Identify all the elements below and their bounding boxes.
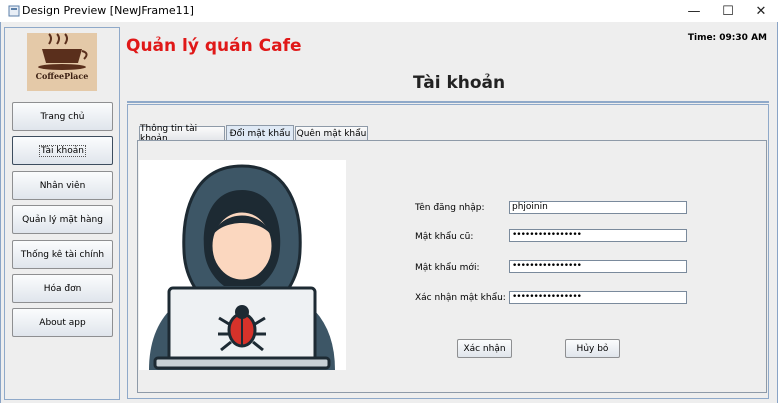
sidebar-item-label: Thống kê tài chính: [20, 249, 105, 260]
sidebar-item-label: Tài khoản: [39, 144, 86, 157]
sidebar-item-label: Quản lý mặt hàng: [22, 214, 103, 225]
window-title: Design Preview [NewJFrame11]: [22, 4, 194, 17]
old-password-label: Mật khẩu cũ:: [415, 232, 474, 242]
minimize-icon: —: [687, 3, 701, 19]
username-field[interactable]: phjoinin: [509, 201, 687, 214]
button-label: Xác nhận: [463, 343, 506, 354]
tab-forgot-password[interactable]: Quên mật khẩu: [295, 126, 368, 140]
coffee-logo: CoffeePlace: [27, 33, 97, 91]
confirm-password-field[interactable]: ••••••••••••••••: [509, 291, 687, 304]
new-password-field[interactable]: ••••••••••••••••: [509, 260, 687, 273]
sidebar-item-label: Hóa đơn: [43, 283, 82, 294]
sidebar-item-label: Trang chủ: [40, 111, 85, 122]
minimize-button[interactable]: —: [677, 0, 711, 22]
close-icon: ✕: [755, 3, 767, 19]
sidebar-item-about[interactable]: About app: [12, 308, 113, 337]
maximize-icon: ☐: [722, 3, 734, 19]
sidebar: CoffeePlace Trang chủ Tài khoản Nhân viê…: [4, 27, 120, 400]
cancel-button[interactable]: Hủy bỏ: [565, 339, 620, 358]
tab-account-info[interactable]: Thông tin tài khoản: [139, 124, 225, 144]
window-titlebar: Design Preview [NewJFrame11] — ☐ ✕: [0, 0, 778, 22]
close-button[interactable]: ✕: [744, 0, 778, 22]
sidebar-item-label: About app: [39, 317, 86, 328]
page-title: Tài khoản: [413, 73, 506, 93]
clock-display: Time: 09:30 AM: [687, 33, 767, 43]
sidebar-item-label: Nhân viên: [39, 180, 86, 191]
tab-label: Quên mật khẩu: [296, 128, 367, 139]
confirm-password-label: Xác nhận mật khẩu:: [415, 293, 506, 303]
sidebar-item-account[interactable]: Tài khoản: [12, 136, 113, 165]
app-title: Quản lý quán Cafe: [126, 36, 302, 56]
sidebar-item-products[interactable]: Quản lý mặt hàng: [12, 205, 113, 234]
tab-change-password[interactable]: Đổi mật khẩu: [226, 125, 294, 141]
confirm-button[interactable]: Xác nhận: [457, 339, 512, 358]
sidebar-item-home[interactable]: Trang chủ: [12, 102, 113, 131]
sidebar-item-staff[interactable]: Nhân viên: [12, 171, 113, 200]
maximize-button[interactable]: ☐: [711, 0, 745, 22]
svg-text:CoffeePlace: CoffeePlace: [36, 71, 89, 81]
new-password-label: Mật khẩu mới:: [415, 263, 480, 273]
hacker-illustration: [139, 160, 346, 370]
app-frame: CoffeePlace Trang chủ Tài khoản Nhân viê…: [0, 22, 778, 403]
sidebar-item-finance[interactable]: Thống kê tài chính: [12, 240, 113, 269]
java-app-icon: [8, 5, 20, 17]
sidebar-item-invoices[interactable]: Hóa đơn: [12, 274, 113, 303]
button-label: Hủy bỏ: [576, 343, 609, 354]
old-password-field[interactable]: ••••••••••••••••: [509, 229, 687, 242]
username-label: Tên đăng nhập:: [415, 203, 485, 213]
divider: [127, 101, 769, 103]
tab-label: Đổi mật khẩu: [229, 128, 291, 139]
coffee-cup-icon: CoffeePlace: [27, 33, 97, 91]
